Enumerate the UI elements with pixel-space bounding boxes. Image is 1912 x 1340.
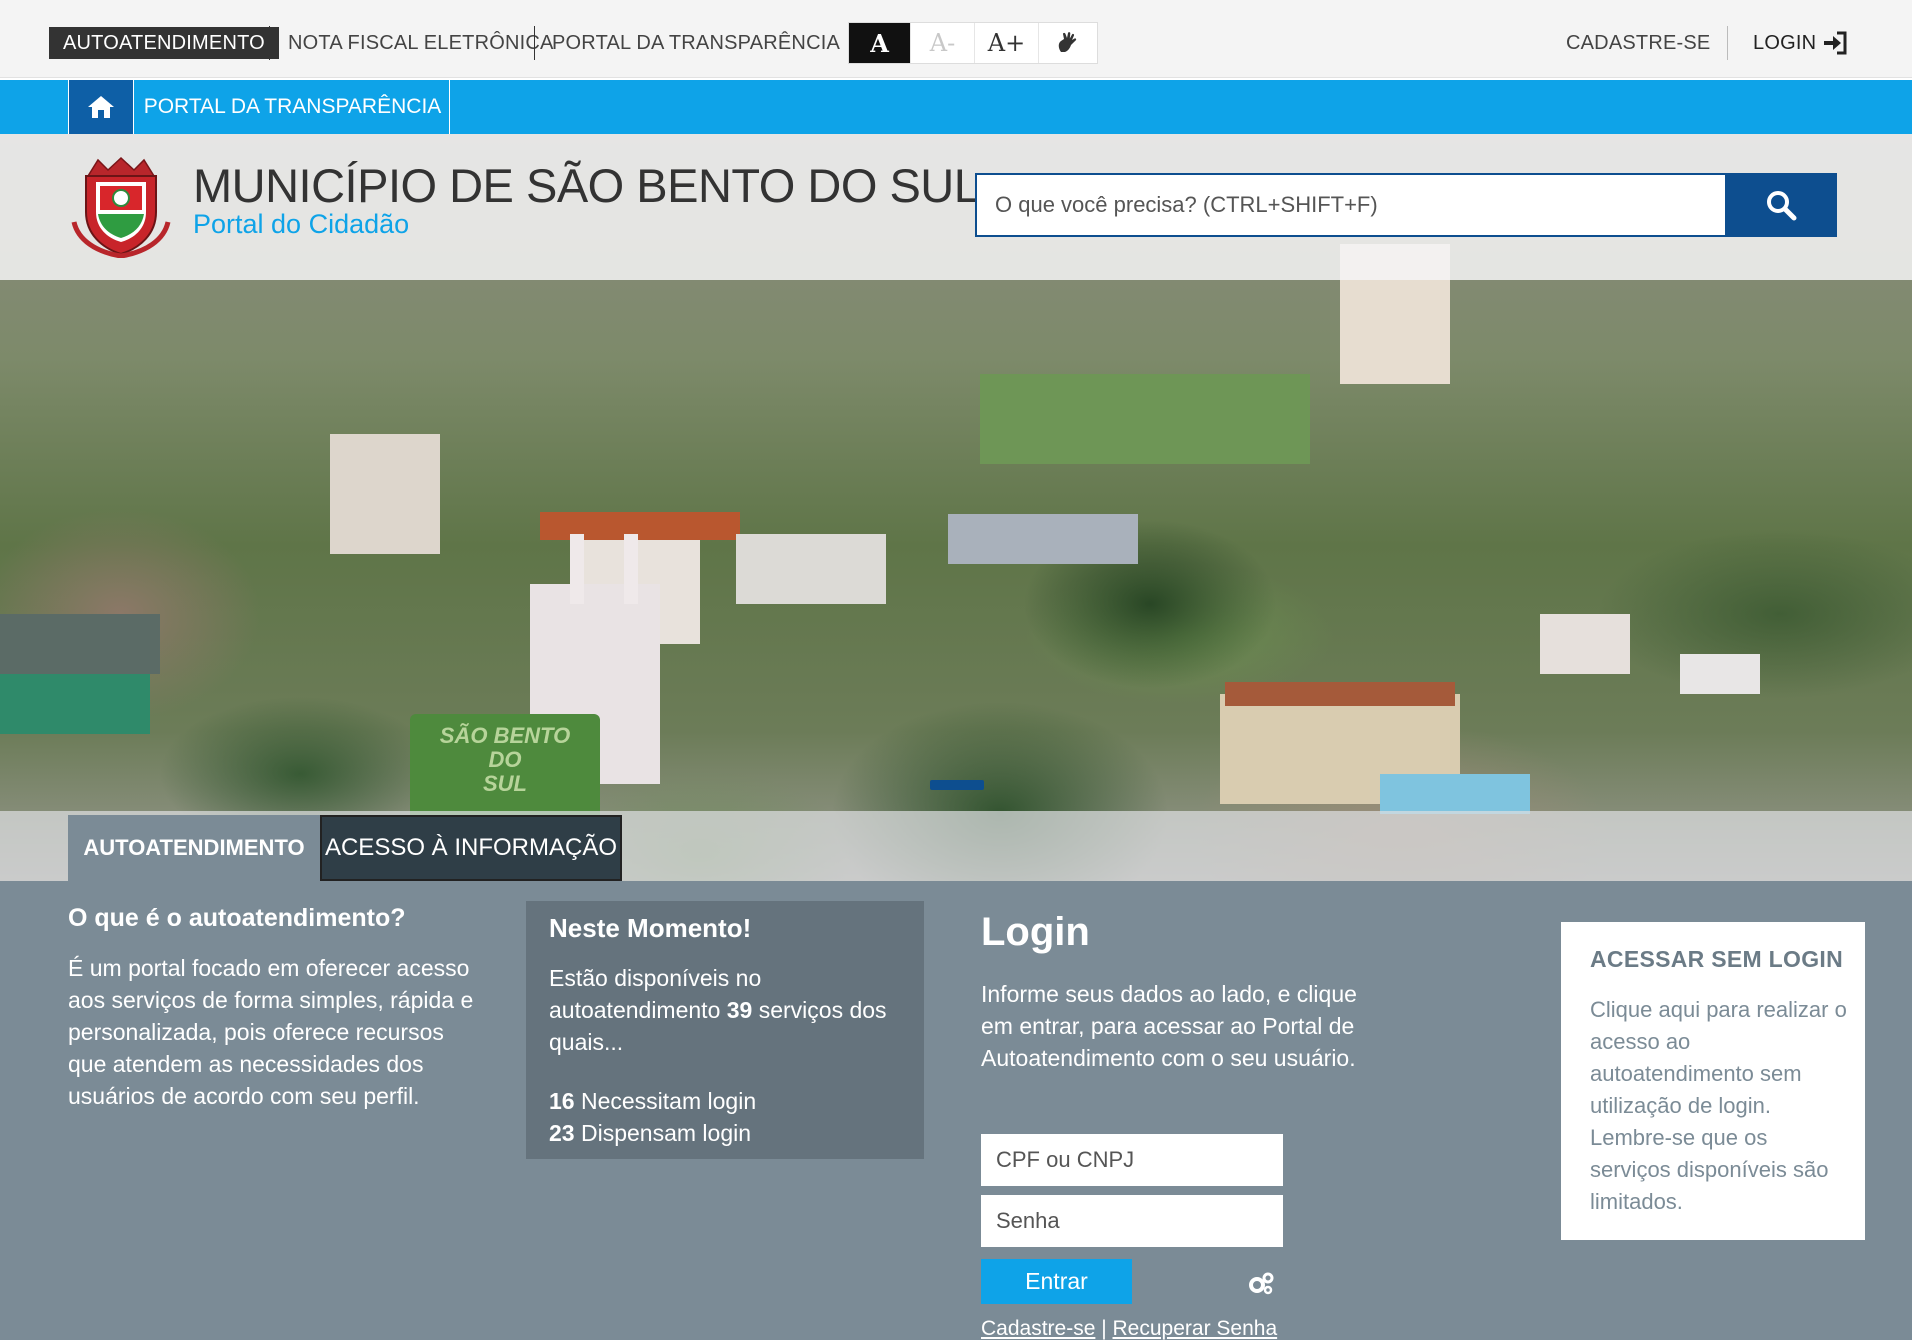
need-login-count: 16	[549, 1088, 575, 1114]
login-label: LOGIN	[1753, 31, 1817, 54]
tab-acesso-informacao[interactable]: ACESSO À INFORMAÇÃO	[320, 815, 622, 881]
cpf-cnpj-field[interactable]	[981, 1134, 1283, 1186]
hero-field	[980, 374, 1310, 464]
free-login-count: 23	[549, 1120, 575, 1146]
home-button[interactable]	[68, 80, 134, 134]
hero-garden: SÃO BENTO DO SUL	[410, 714, 600, 824]
hero-sign-line: DO	[488, 747, 522, 772]
moment-total-count: 39	[726, 997, 753, 1023]
link-separator: |	[1095, 1317, 1113, 1340]
home-icon	[88, 96, 114, 118]
breadcrumb-portal-transparencia[interactable]: PORTAL DA TRANSPARÊNCIA	[136, 80, 450, 134]
moment-text: Estão disponíveis no autoatendimento 39 …	[549, 962, 909, 1058]
about-title: O que é o autoatendimento?	[68, 904, 406, 932]
login-text: Informe seus dados ao lado, e clique em …	[981, 981, 1357, 1071]
hero-church-tower	[570, 534, 584, 604]
moment-need-login: 16 Necessitam login	[549, 1088, 756, 1115]
font-normal-button[interactable]: A	[849, 23, 911, 63]
carousel-indicator[interactable]	[930, 780, 984, 790]
hero-building	[330, 434, 440, 554]
recover-password-link[interactable]: Recuperar Senha	[1113, 1317, 1278, 1340]
hero-building	[0, 674, 150, 734]
sign-in-icon	[1824, 31, 1847, 55]
topnav-autoatendimento[interactable]: AUTOATENDIMENTO	[49, 27, 279, 59]
about-text: É um portal focado em oferecer acesso ao…	[68, 955, 474, 1109]
hero-building	[736, 534, 886, 604]
moment-free-login: 23 Dispensam login	[549, 1120, 751, 1147]
hero-building	[1680, 654, 1760, 694]
font-decrease-button[interactable]: A-	[911, 23, 975, 63]
municipality-title: MUNICÍPIO DE SÃO BENTO DO SUL	[193, 159, 980, 212]
sign-language-icon[interactable]	[1039, 23, 1097, 63]
nologin-text[interactable]: Clique aqui para realizar o acesso ao au…	[1590, 994, 1850, 1218]
hero-building	[1540, 614, 1630, 674]
hero-roof	[948, 514, 1138, 564]
municipal-coat-of-arms-logo[interactable]	[68, 152, 174, 259]
topnav-divider	[1727, 26, 1728, 60]
need-login-label: Necessitam login	[574, 1088, 757, 1114]
free-login-label: Dispensam login	[574, 1120, 752, 1146]
search-button[interactable]	[1725, 173, 1837, 237]
login-link[interactable]: LOGIN	[1753, 28, 1848, 58]
hero-sign-line: SÃO BENTO	[439, 723, 571, 748]
login-links: Cadastre-se | Recuperar Senha	[981, 1317, 1277, 1340]
topnav-divider	[534, 26, 535, 60]
login-title: Login	[981, 910, 1090, 954]
topnav-nota-fiscal[interactable]: NOTA FISCAL ELETRÔNICA	[288, 28, 554, 58]
cadastre-link[interactable]: CADASTRE-SE	[1566, 28, 1710, 58]
hero-roof	[1225, 682, 1455, 706]
search-input[interactable]	[975, 173, 1727, 237]
hero-building	[0, 614, 160, 674]
hero-roof	[1380, 774, 1530, 814]
password-field[interactable]	[981, 1195, 1283, 1247]
nologin-title[interactable]: ACESSAR SEM LOGIN	[1590, 946, 1843, 973]
register-link[interactable]: Cadastre-se	[981, 1317, 1095, 1340]
topnav-portal-transparencia[interactable]: PORTAL DA TRANSPARÊNCIA	[552, 28, 840, 58]
search-icon	[1767, 191, 1797, 221]
hero-church-tower	[624, 534, 638, 604]
font-increase-button[interactable]: A+	[975, 23, 1039, 63]
tab-autoatendimento[interactable]: AUTOATENDIMENTO	[68, 815, 320, 881]
hero-sign-line: SUL	[483, 771, 527, 796]
font-size-controls: A A- A+	[848, 22, 1098, 64]
gears-icon[interactable]	[1247, 1271, 1275, 1295]
top-bar: AUTOATENDIMENTO NOTA FISCAL ELETRÔNICA P…	[0, 0, 1912, 78]
entrar-button[interactable]: Entrar	[981, 1259, 1132, 1304]
moment-title: Neste Momento!	[549, 913, 752, 943]
portal-subtitle: Portal do Cidadão	[193, 209, 410, 239]
topnav-divider	[269, 26, 270, 60]
